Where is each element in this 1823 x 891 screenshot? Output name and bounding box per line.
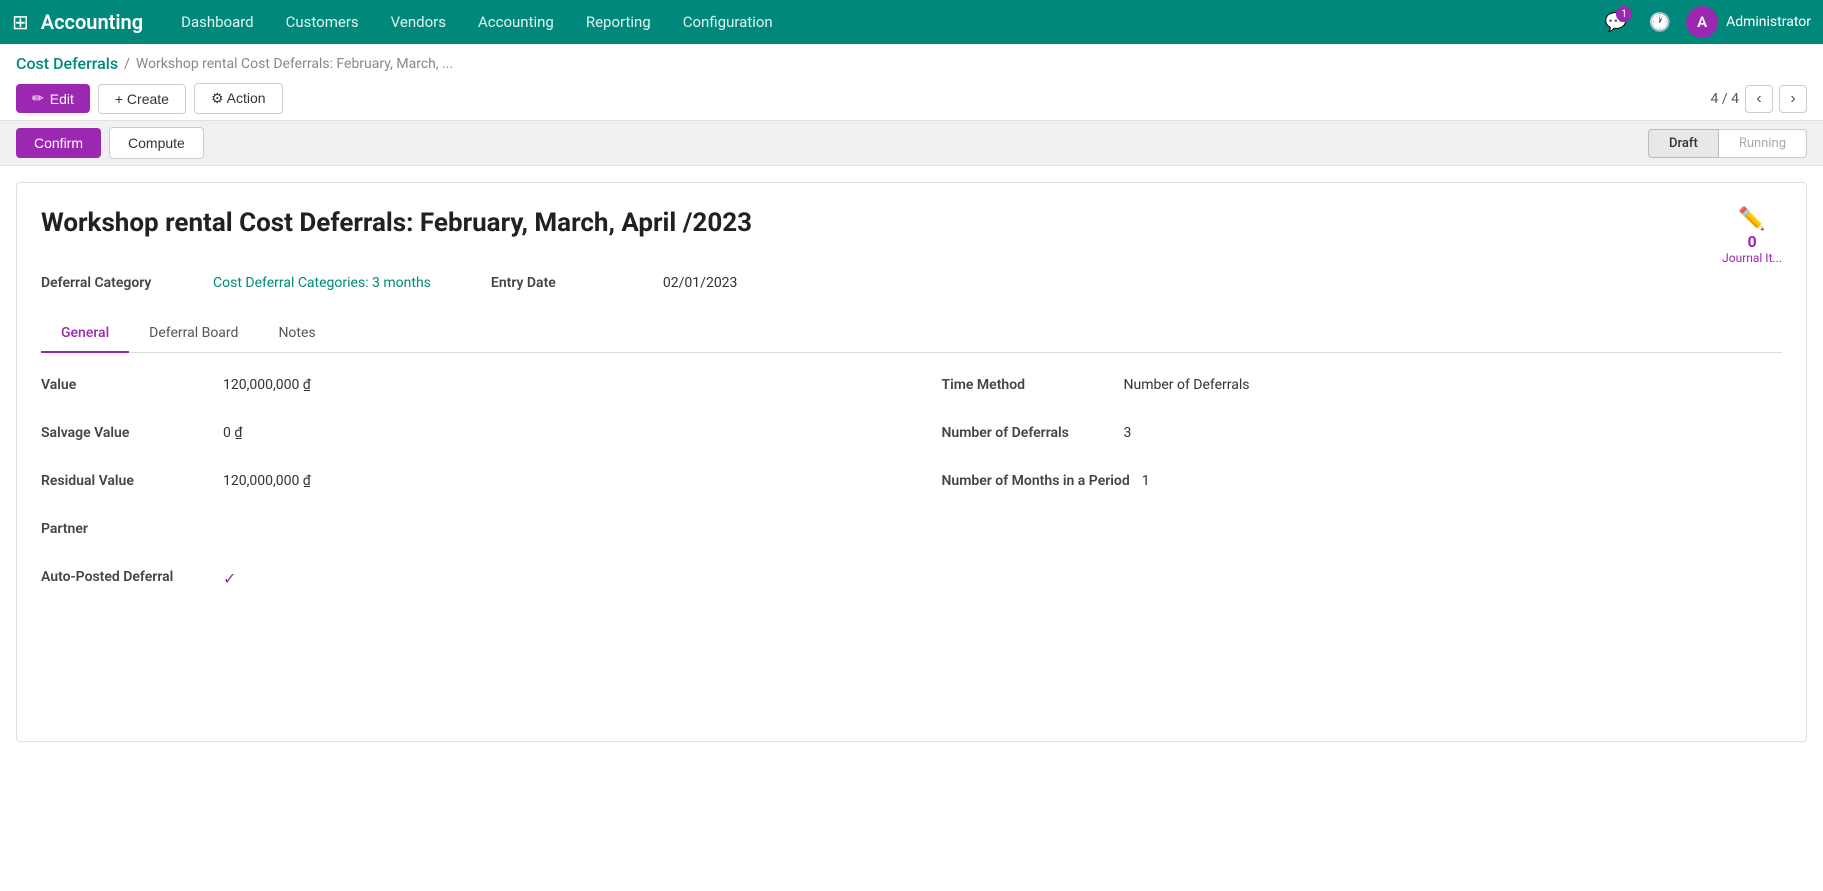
auto-posted-label: Auto-Posted Deferral [41, 565, 211, 585]
nav-accounting[interactable]: Accounting [464, 0, 568, 44]
value-field: Value 120,000,000 ₫ [41, 373, 882, 405]
pencil-icon: ✏️ [1722, 207, 1782, 232]
partner-label: Partner [41, 517, 211, 537]
entry-date-label: Entry Date [491, 269, 651, 291]
general-right-col: Time Method Number of Deferrals Number o… [942, 373, 1783, 613]
action-bar: Confirm Compute Draft Running [0, 120, 1823, 166]
top-navigation: ⊞ Accounting Dashboard Customers Vendors… [0, 0, 1823, 44]
avatar[interactable]: A [1686, 6, 1718, 38]
notifications-button[interactable]: 💬 1 [1598, 4, 1634, 40]
header-fields: Deferral Category Cost Deferral Categori… [41, 269, 1782, 291]
action-button[interactable]: ⚙ Action [194, 83, 283, 114]
topnav-right: 💬 1 🕐 A Administrator [1598, 4, 1811, 40]
general-tab-content: Value 120,000,000 ₫ Salvage Value 0 ₫ Re… [41, 373, 1782, 613]
salvage-value-value: 0 ₫ [223, 421, 242, 441]
grid-icon[interactable]: ⊞ [12, 10, 29, 34]
value-label: Value [41, 373, 211, 393]
deferral-category-label: Deferral Category [41, 269, 201, 291]
nav-vendors[interactable]: Vendors [377, 0, 460, 44]
edit-button[interactable]: ✏ Edit [16, 84, 90, 113]
form-title: Workshop rental Cost Deferrals: February… [41, 207, 1782, 241]
num-deferrals-value: 3 [1124, 421, 1132, 441]
form-card: ✏️ 0 Journal It... Workshop rental Cost … [16, 182, 1807, 742]
salvage-value-field: Salvage Value 0 ₫ [41, 421, 882, 453]
create-button[interactable]: + Create [98, 84, 186, 114]
status-running[interactable]: Running [1719, 129, 1807, 158]
general-left-col: Value 120,000,000 ₫ Salvage Value 0 ₫ Re… [41, 373, 882, 613]
nav-configuration[interactable]: Configuration [669, 0, 787, 44]
tab-deferral-board[interactable]: Deferral Board [129, 315, 258, 353]
auto-posted-field: Auto-Posted Deferral ✓ [41, 565, 882, 597]
user-label[interactable]: Administrator [1726, 14, 1811, 30]
tab-general[interactable]: General [41, 315, 129, 353]
deferral-category-value[interactable]: Cost Deferral Categories: 3 months [213, 269, 431, 291]
num-months-field: Number of Months in a Period 1 [942, 469, 1783, 501]
main-content: Cost Deferrals / Workshop rental Cost De… [0, 44, 1823, 891]
pager-text: 4 / 4 [1711, 91, 1739, 107]
clock-button[interactable]: 🕐 [1642, 4, 1678, 40]
tabs: General Deferral Board Notes [41, 315, 1782, 353]
status-bar: Draft Running [1648, 129, 1807, 158]
entry-date-field: Entry Date 02/01/2023 [491, 269, 738, 291]
num-deferrals-field: Number of Deferrals 3 [942, 421, 1783, 453]
salvage-value-label: Salvage Value [41, 421, 211, 441]
deferral-category-field: Deferral Category Cost Deferral Categori… [41, 269, 431, 291]
entry-date-value[interactable]: 02/01/2023 [663, 269, 738, 291]
notification-badge: 1 [1616, 6, 1632, 22]
pager-next-button[interactable]: › [1779, 85, 1807, 113]
brand-label: Accounting [41, 10, 143, 34]
residual-value-value: 120,000,000 ₫ [223, 469, 311, 489]
nav-customers[interactable]: Customers [272, 0, 373, 44]
confirm-button[interactable]: Confirm [16, 128, 101, 158]
breadcrumb-current: Workshop rental Cost Deferrals: February… [136, 56, 453, 72]
partner-field: Partner [41, 517, 882, 549]
num-months-value: 1 [1142, 469, 1150, 489]
residual-value-label: Residual Value [41, 469, 211, 489]
nav-dashboard[interactable]: Dashboard [167, 0, 268, 44]
edit-icon: ✏ [32, 90, 44, 107]
journal-items-button[interactable]: ✏️ 0 Journal It... [1722, 207, 1782, 265]
num-deferrals-label: Number of Deferrals [942, 421, 1112, 441]
pager: 4 / 4 ‹ › [1711, 85, 1807, 113]
time-method-field: Time Method Number of Deferrals [942, 373, 1783, 405]
breadcrumb-separator: / [124, 56, 130, 72]
value-value: 120,000,000 ₫ [223, 373, 311, 393]
time-method-label: Time Method [942, 373, 1112, 393]
tab-notes[interactable]: Notes [258, 315, 335, 353]
compute-button[interactable]: Compute [109, 127, 204, 159]
residual-value-field: Residual Value 120,000,000 ₫ [41, 469, 882, 501]
journal-items-count: 0 [1722, 232, 1782, 251]
status-draft[interactable]: Draft [1648, 129, 1719, 158]
num-months-label: Number of Months in a Period [942, 469, 1130, 489]
pager-prev-button[interactable]: ‹ [1745, 85, 1773, 113]
breadcrumb: Cost Deferrals / Workshop rental Cost De… [0, 44, 1823, 77]
auto-posted-checkbox[interactable]: ✓ [223, 565, 236, 588]
breadcrumb-root[interactable]: Cost Deferrals [16, 54, 118, 73]
nav-reporting[interactable]: Reporting [572, 0, 665, 44]
time-method-value: Number of Deferrals [1124, 373, 1250, 393]
toolbar: ✏ Edit + Create ⚙ Action 4 / 4 ‹ › [0, 77, 1823, 120]
journal-items-label: Journal It... [1722, 251, 1782, 265]
